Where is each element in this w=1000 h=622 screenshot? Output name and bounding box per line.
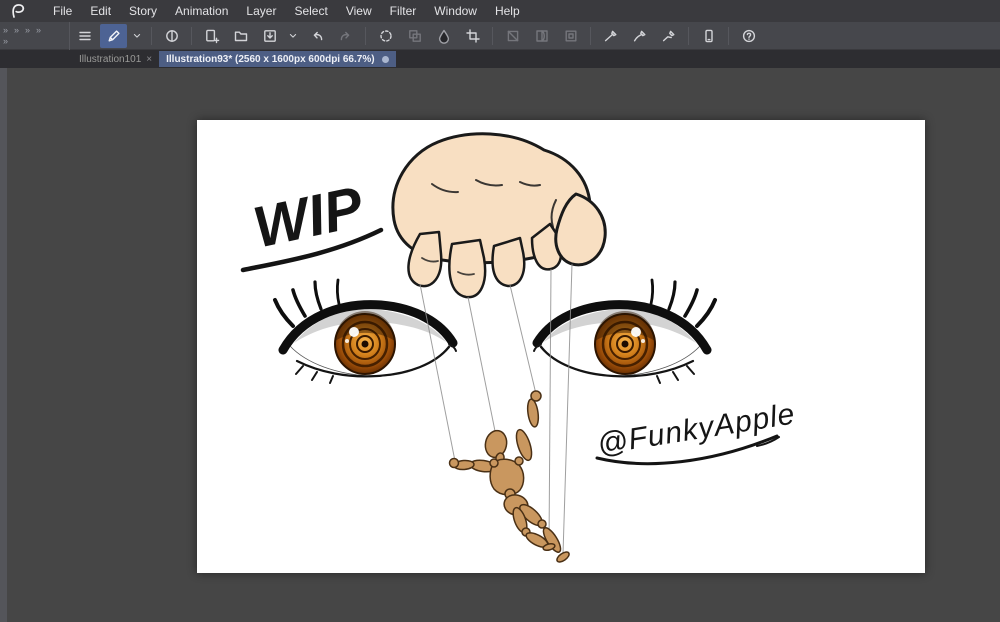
crop-button[interactable] (459, 24, 486, 48)
pen-icon (108, 29, 120, 41)
help-button[interactable] (735, 24, 762, 48)
modified-indicator[interactable] (381, 55, 389, 63)
fill-tool-button[interactable] (430, 24, 457, 48)
toolbar-separator (191, 26, 192, 45)
menu-view[interactable]: View (337, 0, 381, 22)
symmetry-ruler-icon (165, 29, 178, 42)
line-pen-icon (604, 30, 616, 41)
toolbar-separator (590, 26, 591, 45)
folder-icon (234, 31, 247, 41)
stroke-line-tool-button[interactable] (597, 24, 624, 48)
workspace-background: WIP @FunkyApple (0, 68, 1000, 622)
left-eye (275, 280, 456, 383)
new-canvas-button[interactable] (198, 24, 225, 48)
redo-button (332, 24, 359, 48)
toolbar-separator (728, 26, 729, 45)
signature-group: @FunkyApple (595, 397, 798, 466)
tab-title: Illustration101 (79, 53, 142, 65)
chevron-down-icon (133, 33, 141, 38)
question-icon (742, 29, 755, 42)
redo-icon (340, 31, 349, 40)
panel-expand-chevron[interactable]: » (14, 25, 19, 35)
toolbar-separator (492, 26, 493, 45)
duplicate-button (401, 24, 428, 48)
menu-layer[interactable]: Layer (237, 0, 285, 22)
menu-select[interactable]: Select (285, 0, 336, 22)
mask-icon (535, 29, 548, 42)
ink-drop-icon (438, 29, 449, 44)
refresh-button[interactable] (372, 24, 399, 48)
export-icon (263, 29, 276, 42)
hamburger-icon (78, 31, 91, 40)
menu-edit[interactable]: Edit (81, 0, 120, 22)
panel-expand-chevron[interactable]: » (36, 25, 41, 35)
tool-dropdown-button[interactable] (129, 24, 145, 48)
right-eye (534, 280, 715, 383)
open-file-button[interactable] (227, 24, 254, 48)
pen-tool-button[interactable] (100, 23, 127, 48)
signature-text: @FunkyApple (595, 397, 798, 461)
menu-filter[interactable]: Filter (381, 0, 426, 22)
undo-button[interactable] (303, 24, 330, 48)
marionette-strings (419, 263, 573, 555)
menu-help[interactable]: Help (486, 0, 529, 22)
new-file-icon (205, 29, 219, 43)
menu-animation[interactable]: Animation (166, 0, 237, 22)
panel-expand-chevron[interactable]: » (25, 25, 30, 35)
undo-icon (313, 31, 322, 40)
frame-icon (565, 30, 577, 42)
export-dropdown-button[interactable] (285, 24, 301, 48)
polyline-pen-icon (662, 30, 674, 41)
tab-illustration101[interactable]: Illustration101 × (72, 51, 159, 67)
duplicate-icon (408, 29, 421, 42)
toolbar-separator (365, 26, 366, 45)
transform-button (499, 24, 526, 48)
main-menu-button[interactable] (71, 24, 98, 48)
menu-story[interactable]: Story (120, 0, 166, 22)
panel-expand-chevron[interactable]: » (3, 25, 8, 35)
wooden-mannequin (448, 390, 570, 563)
tab-close-icon[interactable]: × (146, 54, 152, 65)
tab-title: Illustration93* (2560 x 1600px 600dpi 66… (166, 53, 375, 65)
collapsed-panel-edge[interactable] (0, 68, 7, 622)
wip-label-group: WIP (240, 174, 384, 273)
symmetry-ruler-button[interactable] (158, 24, 185, 48)
app-window: File Edit Story Animation Layer Select V… (0, 0, 1000, 622)
export-button[interactable] (256, 24, 283, 48)
collapsed-panels-zone: » » » » » (0, 21, 70, 50)
curve-pen-icon (633, 30, 645, 41)
app-logo-icon[interactable] (6, 2, 28, 20)
menu-bar: File Edit Story Animation Layer Select V… (0, 0, 1000, 22)
stroke-curve-tool-button[interactable] (626, 24, 653, 48)
layer-mask-button (528, 24, 555, 48)
menu-file[interactable]: File (44, 0, 81, 22)
crop-icon (465, 28, 480, 43)
wip-text: WIP (248, 174, 369, 260)
command-toolbar: » » » » » (0, 21, 1000, 50)
toolbar-separator (688, 26, 689, 45)
menu-window[interactable]: Window (425, 0, 486, 22)
panel-expand-chevron[interactable]: » (3, 36, 8, 46)
puppeteer-hand (391, 132, 607, 299)
toolbar-separator (151, 26, 152, 45)
stroke-edit-tool-button[interactable] (655, 24, 682, 48)
chevron-down-icon (289, 33, 297, 38)
smartphone-icon (704, 29, 713, 42)
document-tab-bar: Illustration101 × Illustration93* (2560 … (0, 50, 1000, 68)
artwork: WIP @FunkyApple (240, 132, 798, 563)
frame-border-button (557, 24, 584, 48)
transform-icon (507, 30, 518, 41)
spinner-icon (379, 29, 392, 42)
document-canvas[interactable]: WIP @FunkyApple (197, 120, 925, 573)
companion-device-button[interactable] (695, 24, 722, 48)
tab-illustration93[interactable]: Illustration93* (2560 x 1600px 600dpi 66… (159, 51, 396, 67)
